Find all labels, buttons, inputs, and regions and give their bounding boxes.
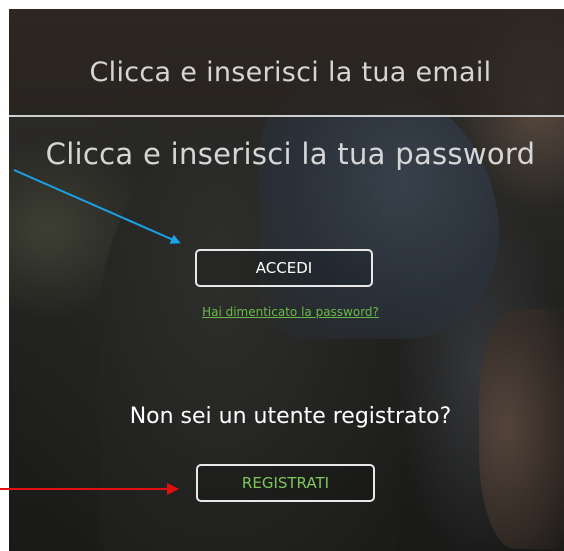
- screenshot-stage: Clicca e inserisci la tua email Clicca e…: [0, 0, 564, 551]
- register-button[interactable]: REGISTRATI: [196, 464, 375, 502]
- email-field[interactable]: Clicca e inserisci la tua email: [9, 57, 564, 88]
- forgot-password-link[interactable]: Hai dimenticato la password?: [9, 305, 564, 319]
- password-field[interactable]: Clicca e inserisci la tua password: [9, 137, 564, 171]
- login-button[interactable]: ACCEDI: [195, 249, 373, 287]
- login-panel: Clicca e inserisci la tua email Clicca e…: [9, 9, 564, 551]
- background-photo-face: [479, 309, 564, 549]
- not-registered-prompt: Non sei un utente registrato?: [129, 404, 452, 429]
